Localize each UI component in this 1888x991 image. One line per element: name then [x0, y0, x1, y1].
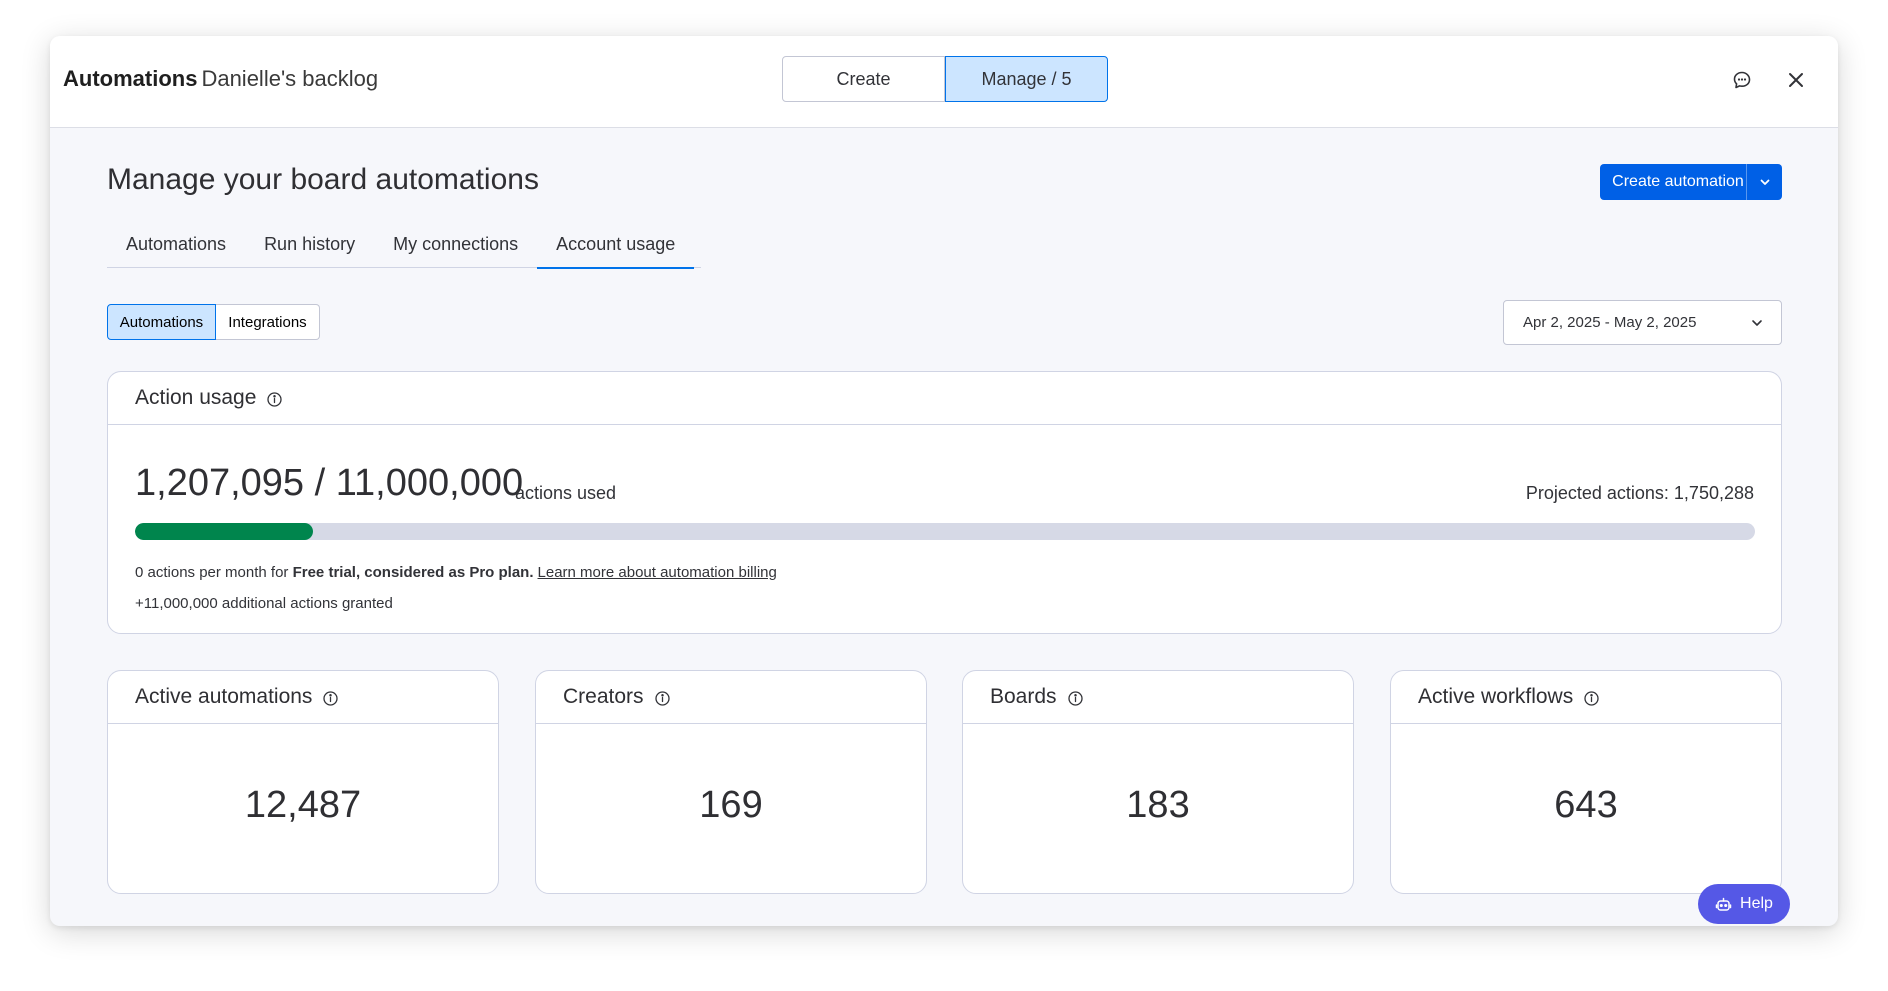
info-icon[interactable]	[1067, 689, 1084, 706]
tab-run-history[interactable]: Run history	[245, 232, 374, 268]
card-title: Active workflows	[1418, 685, 1574, 708]
usage-progress-fill	[135, 523, 313, 540]
usage-type-toggle: Automations Integrations	[107, 304, 320, 340]
mode-switcher: Create Manage / 5	[782, 56, 1108, 102]
billing-note: 0 actions per month for Free trial, cons…	[135, 564, 777, 581]
card-header: Action usage	[108, 372, 1781, 425]
modal-title: Automations Danielle's backlog	[63, 66, 378, 92]
chevron-down-icon	[1747, 313, 1767, 333]
actions-used-count: 1,207,095 / 11,000,000	[135, 462, 524, 504]
stat-value: 169	[699, 784, 763, 826]
stat-card-creators: Creators 169	[535, 670, 927, 894]
card-title: Creators	[563, 685, 644, 708]
actions-used-label: actions used	[515, 483, 617, 503]
app-name: Automations	[63, 66, 198, 91]
card-title: Action usage	[135, 386, 257, 409]
granted-actions: +11,000,000 additional actions granted	[135, 595, 393, 612]
create-automation-button[interactable]: Create automation	[1600, 164, 1782, 200]
manage-mode-button[interactable]: Manage / 5	[945, 56, 1108, 102]
automations-modal: Automations Danielle's backlog Create Man…	[50, 36, 1838, 926]
tab-bar: Automations Run history My connections A…	[107, 232, 701, 269]
chevron-down-icon[interactable]	[1747, 175, 1782, 189]
stat-card-active-automations: Active automations 12,487	[107, 670, 499, 894]
card-header: Active workflows	[1391, 671, 1781, 724]
tab-automations[interactable]: Automations	[107, 232, 245, 268]
stat-value: 183	[1126, 784, 1190, 826]
info-icon[interactable]	[1583, 689, 1600, 706]
modal-header: Automations Danielle's backlog Create Man…	[50, 36, 1838, 128]
stat-card-boards: Boards 183	[962, 670, 1354, 894]
date-range-dropdown[interactable]: Apr 2, 2025 - May 2, 2025	[1503, 300, 1782, 345]
card-title: Boards	[990, 685, 1057, 708]
action-usage-card: Action usage 1,207,095 / 11,000,000 acti…	[107, 371, 1782, 634]
stat-value: 12,487	[244, 784, 362, 826]
close-icon[interactable]	[1784, 68, 1808, 92]
projected-actions: Projected actions: 1,750,288	[1525, 483, 1754, 503]
card-header: Boards	[963, 671, 1353, 724]
integrations-toggle-button[interactable]: Integrations	[216, 304, 320, 340]
feedback-icon[interactable]	[1730, 68, 1754, 92]
tab-account-usage[interactable]: Account usage	[537, 232, 695, 269]
help-label: Help	[1740, 895, 1773, 912]
card-header: Active automations	[108, 671, 498, 724]
create-mode-button[interactable]: Create	[782, 56, 945, 102]
board-name: Danielle's backlog	[201, 66, 379, 91]
page-title: Manage your board automations	[107, 163, 539, 196]
card-title: Active automations	[135, 685, 313, 708]
card-header: Creators	[536, 671, 926, 724]
info-icon[interactable]	[266, 390, 283, 407]
tab-my-connections[interactable]: My connections	[374, 232, 537, 268]
create-automation-label: Create automation	[1612, 173, 1744, 190]
date-range-value: Apr 2, 2025 - May 2, 2025	[1523, 314, 1697, 331]
robot-icon	[1715, 896, 1732, 913]
info-icon[interactable]	[654, 689, 671, 706]
plan-name: Free trial, considered as Pro plan.	[292, 564, 534, 581]
automations-toggle-button[interactable]: Automations	[107, 304, 216, 340]
stat-value: 643	[1554, 784, 1618, 826]
stat-card-active-workflows: Active workflows 643	[1390, 670, 1782, 894]
usage-progress-bar	[135, 523, 1755, 540]
info-icon[interactable]	[322, 689, 339, 706]
help-button[interactable]: Help	[1698, 884, 1790, 924]
billing-learn-more-link[interactable]: Learn more about automation billing	[538, 564, 777, 581]
billing-note-prefix: 0 actions per month for	[135, 564, 293, 581]
